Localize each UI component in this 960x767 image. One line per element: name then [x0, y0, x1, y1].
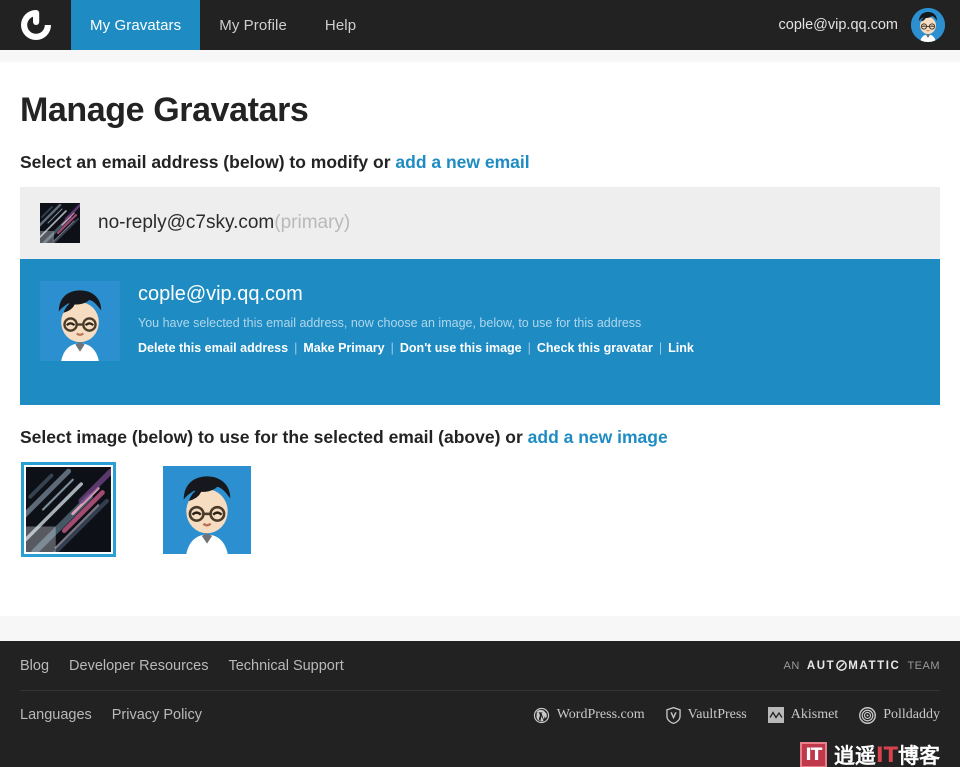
page-title: Manage Gravatars	[20, 91, 309, 129]
gravatar-logo[interactable]	[0, 0, 71, 50]
dont-use-image-link[interactable]: Don't use this image	[400, 341, 522, 355]
cartoon-boy-glasses-image	[162, 465, 251, 554]
service-label-polldaddy: Polldaddy	[883, 707, 940, 722]
watermark-badge: IT	[799, 741, 827, 767]
footer-bottom-row: Languages Privacy Policy WordPress.com V…	[20, 691, 940, 767]
automattic-word-after: MATTIC	[848, 659, 901, 672]
automattic-wordmark: AUT MATTIC	[807, 660, 901, 672]
footer-service-links: WordPress.com VaultPress Akismet Polldad…	[533, 706, 940, 724]
link-action-link[interactable]: Link	[668, 341, 694, 355]
abstract-light-streaks-thumbnail	[40, 203, 80, 243]
footer-link-developer-resources[interactable]: Developer Resources	[69, 658, 208, 674]
selected-email-note: You have selected this email address, no…	[138, 316, 642, 330]
nav-item-help[interactable]: Help	[306, 0, 375, 50]
image-option-cartoon-boy[interactable]	[159, 462, 254, 557]
main-nav: My Gravatars My Profile Help	[71, 0, 375, 50]
cartoon-boy-glasses-avatar	[40, 281, 120, 361]
abstract-light-streaks-image	[26, 467, 111, 552]
footer-secondary-links: Languages Privacy Policy	[20, 707, 202, 723]
add-new-email-link[interactable]: add a new email	[395, 152, 529, 172]
footer-link-privacy-policy[interactable]: Privacy Policy	[112, 707, 202, 723]
email-row-cople-selected[interactable]: cople@vip.qq.com You have selected this …	[20, 259, 940, 405]
watermark-part3: 博客	[898, 743, 940, 767]
image-section-prefix: Select image (below) to use for the sele…	[20, 427, 523, 447]
footer-link-blog[interactable]: Blog	[20, 658, 49, 674]
action-separator: |	[658, 341, 663, 355]
automattic-an-label: AN	[783, 659, 800, 672]
service-link-vaultpress[interactable]: VaultPress	[665, 706, 747, 724]
nav-item-my-profile[interactable]: My Profile	[200, 0, 306, 50]
add-new-image-link[interactable]: add a new image	[528, 427, 668, 447]
watermark-part1: 逍遥	[833, 743, 876, 767]
site-watermark: IT 逍遥 IT 博客	[799, 740, 940, 767]
check-gravatar-link[interactable]: Check this gravatar	[537, 341, 653, 355]
make-primary-link[interactable]: Make Primary	[303, 341, 384, 355]
service-link-akismet[interactable]: Akismet	[767, 707, 839, 723]
email-address-text: no-reply@c7sky.com	[98, 212, 275, 233]
footer-top-row: Blog Developer Resources Technical Suppo…	[20, 641, 940, 691]
automattic-word-before: AUT	[806, 659, 836, 672]
watermark-text: 逍遥 IT 博客	[834, 740, 940, 767]
user-avatar-icon[interactable]	[911, 8, 945, 42]
nav-item-my-gravatars[interactable]: My Gravatars	[71, 0, 201, 50]
action-separator: |	[527, 341, 531, 355]
page-footer: Blog Developer Resources Technical Suppo…	[0, 641, 960, 767]
footer-link-technical-support[interactable]: Technical Support	[228, 658, 343, 674]
account-email-label: cople@vip.qq.com	[778, 17, 899, 33]
automattic-badge[interactable]: AN AUT MATTIC TEAM	[784, 660, 940, 672]
email-section-heading: Select an email address (below) to modif…	[20, 152, 940, 173]
image-option-abstract-selected[interactable]	[21, 462, 116, 557]
action-separator: |	[390, 341, 394, 355]
action-separator: |	[294, 341, 298, 355]
automattic-circle-o-icon	[836, 660, 848, 671]
top-navigation-bar: My Gravatars My Profile Help cople@vip.q…	[0, 0, 960, 50]
automattic-team-label: TEAM	[907, 659, 940, 672]
email-row-no-reply[interactable]: no-reply@c7sky.com(primary)	[20, 187, 940, 259]
service-label-vaultpress: VaultPress	[687, 707, 747, 722]
image-picker	[20, 462, 940, 557]
image-section-heading: Select image (below) to use for the sele…	[20, 427, 940, 448]
service-label-akismet: Akismet	[790, 707, 839, 722]
main-content: Manage Gravatars Select an email address…	[0, 62, 960, 616]
polldaddy-icon	[859, 706, 877, 724]
header-shadow-band	[0, 50, 960, 62]
akismet-icon	[767, 707, 784, 723]
vaultpress-shield-icon	[665, 706, 681, 724]
primary-tag: (primary)	[274, 212, 351, 233]
footer-link-languages[interactable]: Languages	[20, 707, 92, 723]
footer-top-band	[0, 616, 960, 641]
service-link-wordpress[interactable]: WordPress.com	[533, 707, 645, 724]
email-section-prefix: Select an email address (below) to modif…	[20, 152, 391, 172]
footer-primary-links: Blog Developer Resources Technical Suppo…	[20, 658, 344, 674]
selected-email-actions: Delete this email address | Make Primary…	[138, 341, 694, 355]
service-label-wordpress: WordPress.com	[556, 707, 645, 722]
selected-email-address: cople@vip.qq.com	[138, 283, 303, 305]
email-address-label: no-reply@c7sky.com(primary)	[98, 212, 350, 234]
gravatar-logo-icon	[19, 8, 53, 42]
account-area: cople@vip.qq.com	[779, 0, 960, 50]
delete-email-link[interactable]: Delete this email address	[138, 341, 288, 355]
wordpress-icon	[533, 707, 549, 723]
service-link-polldaddy[interactable]: Polldaddy	[859, 706, 940, 724]
selected-email-body: cople@vip.qq.com You have selected this …	[138, 281, 694, 355]
email-list: no-reply@c7sky.com(primary) cople@vip.qq…	[20, 187, 940, 405]
watermark-part2: IT	[875, 742, 898, 767]
